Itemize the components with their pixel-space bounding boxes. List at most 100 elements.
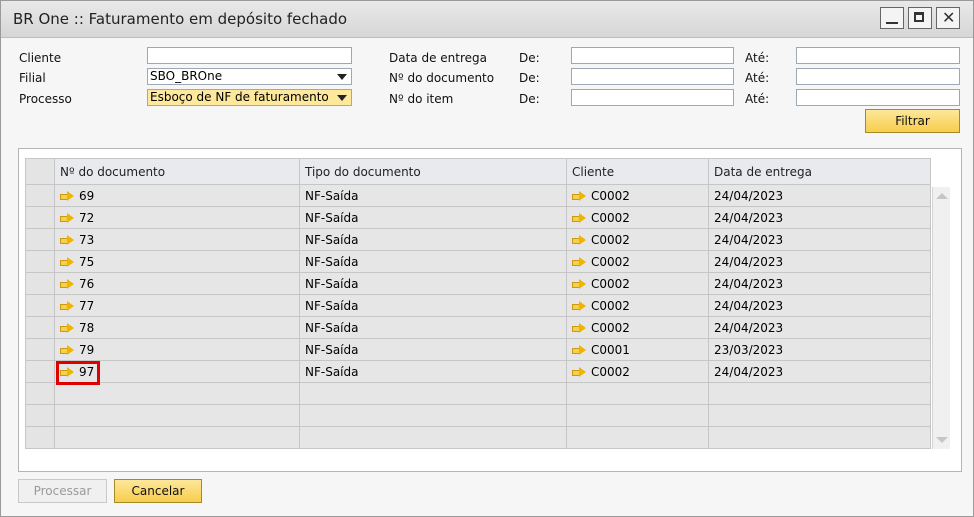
- num-documento-ate-input[interactable]: [796, 68, 960, 85]
- num-item-de-input[interactable]: [571, 89, 734, 106]
- cliente-code: C0002: [591, 188, 630, 203]
- table-row[interactable]: 78 NF-Saída C0002 24/04/2023: [25, 316, 931, 339]
- link-arrow-icon[interactable]: [60, 278, 74, 289]
- column-header-data[interactable]: Data de entrega: [708, 158, 931, 185]
- row-selector[interactable]: [25, 316, 55, 339]
- row-selector[interactable]: [25, 294, 55, 317]
- row-header-corner: [25, 158, 55, 185]
- table-row[interactable]: 97 NF-Saída C0002 24/04/2023: [25, 360, 931, 383]
- link-arrow-icon[interactable]: [572, 212, 586, 223]
- data-cell: 24/04/2023: [708, 228, 931, 251]
- num-documento-label: Nº do documento: [389, 71, 495, 85]
- table-row[interactable]: 76 NF-Saída C0002 24/04/2023: [25, 272, 931, 295]
- link-arrow-icon[interactable]: [572, 300, 586, 311]
- row-selector[interactable]: [25, 272, 55, 295]
- empty-cell: [54, 426, 300, 449]
- doc-cell[interactable]: 79: [54, 338, 300, 361]
- row-selector[interactable]: [25, 360, 55, 383]
- cancelar-button[interactable]: Cancelar: [114, 479, 202, 503]
- column-header-doc[interactable]: Nº do documento: [54, 158, 300, 185]
- table-row[interactable]: 69 NF-Saída C0002 24/04/2023: [25, 184, 931, 207]
- filtrar-button[interactable]: Filtrar: [865, 109, 960, 133]
- data-cell: 24/04/2023: [708, 316, 931, 339]
- empty-row: [25, 382, 931, 405]
- table-row[interactable]: 72 NF-Saída C0002 24/04/2023: [25, 206, 931, 229]
- doc-cell[interactable]: 76: [54, 272, 300, 295]
- scroll-down-icon[interactable]: [936, 437, 948, 443]
- column-header-tipo[interactable]: Tipo do documento: [299, 158, 567, 185]
- link-arrow-icon[interactable]: [60, 234, 74, 245]
- column-header-cliente[interactable]: Cliente: [566, 158, 709, 185]
- link-arrow-icon[interactable]: [572, 344, 586, 355]
- link-arrow-icon[interactable]: [60, 256, 74, 267]
- link-arrow-icon[interactable]: [60, 300, 74, 311]
- cliente-input[interactable]: [147, 47, 352, 64]
- cliente-cell[interactable]: C0002: [566, 360, 709, 383]
- table-row[interactable]: 73 NF-Saída C0002 24/04/2023: [25, 228, 931, 251]
- app-window: BR One :: Faturamento em depósito fechad…: [0, 0, 974, 517]
- link-arrow-icon[interactable]: [60, 322, 74, 333]
- data-entrega-label: Data de entrega: [389, 51, 487, 65]
- table-row[interactable]: 79 NF-Saída C0001 23/03/2023: [25, 338, 931, 361]
- empty-cell: [708, 382, 931, 405]
- cliente-code: C0001: [591, 342, 630, 357]
- doc-cell[interactable]: 72: [54, 206, 300, 229]
- link-arrow-icon[interactable]: [60, 190, 74, 201]
- row-selector[interactable]: [25, 228, 55, 251]
- cliente-code: C0002: [591, 210, 630, 225]
- data-entrega-de-input[interactable]: [571, 47, 734, 64]
- link-arrow-icon[interactable]: [572, 366, 586, 377]
- maximize-button[interactable]: [908, 7, 932, 29]
- title-bar: BR One :: Faturamento em depósito fechad…: [1, 1, 973, 38]
- tipo-cell: NF-Saída: [299, 294, 567, 317]
- doc-cell[interactable]: 75: [54, 250, 300, 273]
- cliente-cell[interactable]: C0002: [566, 272, 709, 295]
- doc-cell[interactable]: 77: [54, 294, 300, 317]
- minimize-button[interactable]: [880, 7, 904, 29]
- cliente-cell[interactable]: C0002: [566, 228, 709, 251]
- cliente-cell[interactable]: C0001: [566, 338, 709, 361]
- tipo-cell: NF-Saída: [299, 250, 567, 273]
- data-cell: 24/04/2023: [708, 206, 931, 229]
- empty-cell: [566, 404, 709, 427]
- num-documento-de-input[interactable]: [571, 68, 734, 85]
- row-selector[interactable]: [25, 184, 55, 207]
- link-arrow-icon[interactable]: [572, 256, 586, 267]
- close-icon: ✕: [942, 8, 956, 27]
- row-selector[interactable]: [25, 338, 55, 361]
- num-item-ate-input[interactable]: [796, 89, 960, 106]
- cliente-cell[interactable]: C0002: [566, 316, 709, 339]
- tipo-cell: NF-Saída: [299, 184, 567, 207]
- link-arrow-icon[interactable]: [572, 190, 586, 201]
- cliente-cell[interactable]: C0002: [566, 250, 709, 273]
- data-entrega-ate-input[interactable]: [796, 47, 960, 64]
- cliente-cell[interactable]: C0002: [566, 184, 709, 207]
- doc-number: 69: [79, 188, 95, 203]
- link-arrow-icon[interactable]: [572, 234, 586, 245]
- documents-grid: Nº do documento Tipo do documento Client…: [18, 148, 962, 472]
- table-row[interactable]: 75 NF-Saída C0002 24/04/2023: [25, 250, 931, 273]
- close-button[interactable]: ✕: [936, 7, 960, 29]
- processar-button[interactable]: Processar: [18, 479, 107, 503]
- link-arrow-icon[interactable]: [572, 322, 586, 333]
- doc-number: 73: [79, 232, 95, 247]
- doc-cell[interactable]: 69: [54, 184, 300, 207]
- link-arrow-icon[interactable]: [572, 278, 586, 289]
- scroll-up-icon[interactable]: [936, 193, 948, 199]
- cliente-cell[interactable]: C0002: [566, 206, 709, 229]
- doc-cell[interactable]: 78: [54, 316, 300, 339]
- row-selector[interactable]: [25, 250, 55, 273]
- processo-select[interactable]: Esboço de NF de faturamento: [147, 89, 352, 106]
- tipo-cell: NF-Saída: [299, 360, 567, 383]
- row-selector[interactable]: [25, 206, 55, 229]
- table-row[interactable]: 77 NF-Saída C0002 24/04/2023: [25, 294, 931, 317]
- link-arrow-icon[interactable]: [60, 344, 74, 355]
- link-arrow-icon[interactable]: [60, 212, 74, 223]
- empty-row: [25, 404, 931, 427]
- cliente-code: C0002: [591, 232, 630, 247]
- doc-cell[interactable]: 73: [54, 228, 300, 251]
- cliente-cell[interactable]: C0002: [566, 294, 709, 317]
- vertical-scrollbar[interactable]: [932, 187, 950, 449]
- filial-select[interactable]: SBO_BROne: [147, 68, 352, 85]
- row-selector: [25, 404, 55, 427]
